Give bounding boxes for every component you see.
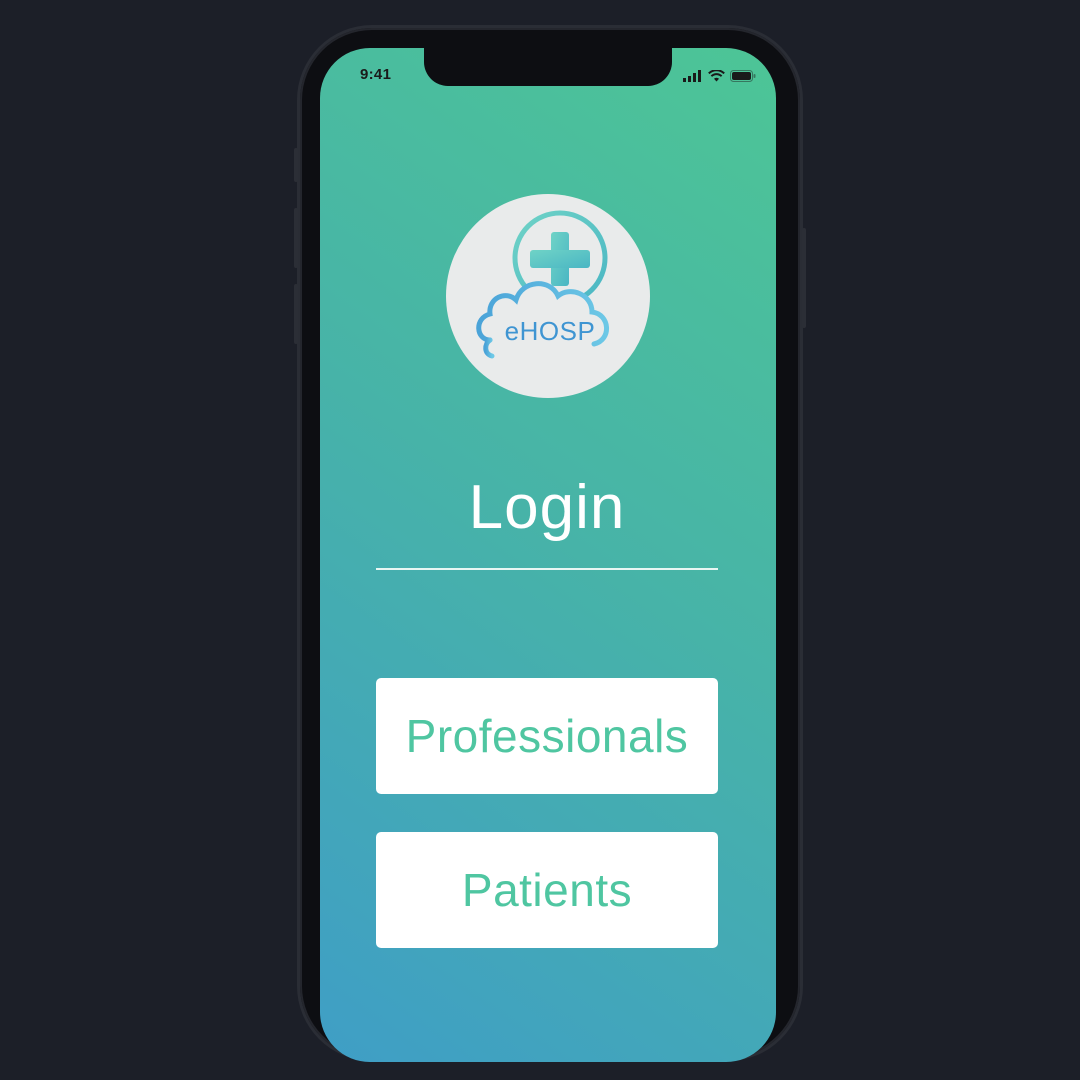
login-title: Login (468, 473, 626, 542)
logo-text: eHOSP (504, 316, 596, 346)
login-divider (376, 568, 718, 570)
stage: 9:41 eHOSP Login Professionals Patients (0, 0, 1080, 1080)
status-time: 9:41 (360, 66, 392, 83)
volume-down-button (294, 284, 298, 344)
patients-button-label: Patients (461, 864, 633, 916)
ehosp-logo: eHOSP (446, 194, 650, 398)
mute-switch (294, 148, 298, 182)
signal-icon (683, 70, 701, 82)
app-screen: 9:41 eHOSP Login Professionals Patients (320, 48, 776, 1062)
cross-cloud-logo-icon (476, 210, 609, 359)
status-icons (683, 68, 756, 82)
phone-frame: 9:41 eHOSP Login Professionals Patients (294, 28, 806, 1062)
battery-icon (730, 70, 756, 82)
notch (424, 48, 672, 86)
patients-button[interactable]: Patients (376, 832, 718, 948)
professionals-button-label: Professionals (405, 710, 689, 762)
power-button (802, 228, 806, 328)
volume-up-button (294, 208, 298, 268)
wifi-icon (708, 70, 725, 82)
professionals-button[interactable]: Professionals (376, 678, 718, 794)
